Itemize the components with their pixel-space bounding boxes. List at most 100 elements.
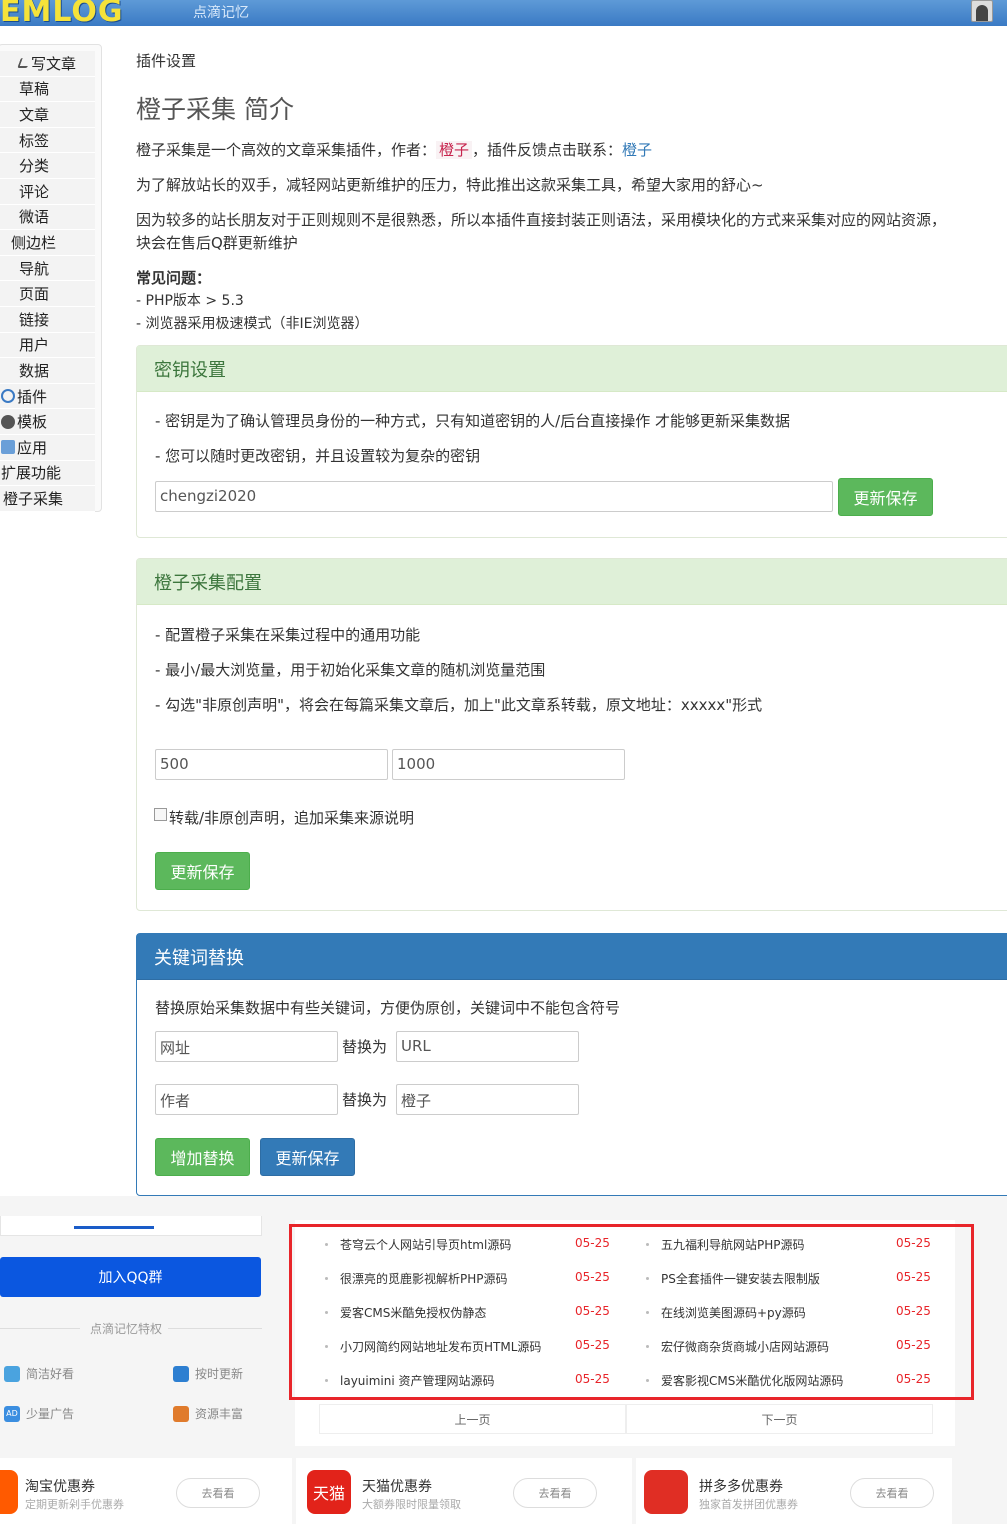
- sidebar-item-plugins[interactable]: 插件: [0, 383, 95, 410]
- sidebar-item-widgets[interactable]: 侧边栏: [0, 230, 95, 256]
- panel-heading: 密钥设置: [137, 346, 1007, 392]
- sidebar-item-data[interactable]: 数据: [0, 358, 95, 384]
- coupon-subtitle: 大额券限时限量领取: [362, 1498, 461, 1511]
- tmall-go-button[interactable]: 去看看: [513, 1478, 597, 1508]
- sidebar-item-label: 扩展功能: [1, 464, 62, 483]
- panel-heading: 关键词替换: [137, 934, 1007, 980]
- replace-to-input[interactable]: URL: [396, 1031, 579, 1062]
- min-views-input[interactable]: 500: [155, 749, 388, 780]
- coupon-title: 天猫优惠券: [362, 1479, 432, 1495]
- sidebar-item-label: 评论: [19, 182, 50, 201]
- sidebar-item-apps[interactable]: 应用: [0, 434, 95, 461]
- sidebar-item-templates[interactable]: 模板: [0, 409, 95, 435]
- sidebar-item-users[interactable]: 用户: [0, 332, 95, 359]
- sidebar-item-write[interactable]: 写文章: [0, 51, 95, 77]
- tmall-icon: 天猫: [307, 1470, 351, 1514]
- sidebar-item-tags[interactable]: 标签: [0, 127, 95, 154]
- sidebar-item-label: 页面: [19, 285, 50, 304]
- sidebar-item-label: 应用: [17, 438, 48, 457]
- panel-text: - 最小/最大浏览量，用于初始化采集文章的随机浏览量范围: [155, 661, 546, 679]
- breadcrumb: 插件设置: [136, 52, 197, 70]
- join-qq-group-button[interactable]: 加入QQ群: [0, 1257, 261, 1297]
- key-settings-panel: 密钥设置 - 密钥是为了确认管理员身份的一种方式，只有知道密钥的人/后台直接操作…: [136, 345, 1007, 538]
- widget-tab-indicator: [74, 1226, 154, 1229]
- pinduoduo-go-button[interactable]: 去看看: [850, 1478, 934, 1508]
- top-bar: EMLOG 点滴记忆: [0, 0, 1007, 29]
- ad-icon: AD: [4, 1405, 20, 1422]
- gear-icon: [1, 414, 15, 429]
- intro-line: 块会在售后Q群更新维护: [136, 234, 298, 252]
- feature-item: 简洁好看: [4, 1365, 74, 1382]
- sidebar-item-label: 橙子采集: [3, 489, 64, 508]
- feature-item: AD 少量广告: [4, 1405, 74, 1422]
- secret-key-input[interactable]: chengzi2020: [155, 481, 833, 512]
- replace-to-input[interactable]: 橙子: [396, 1084, 579, 1115]
- taobao-go-button[interactable]: 去看看: [176, 1478, 260, 1508]
- faq-item: - 浏览器采用极速模式（非IE浏览器）: [136, 316, 369, 332]
- emlog-logo[interactable]: EMLOG: [0, 0, 124, 29]
- coupon-title: 淘宝优惠券: [25, 1479, 95, 1495]
- sidebar-item-label: 插件: [17, 387, 48, 406]
- divider: [168, 1328, 262, 1329]
- replace-from-input[interactable]: 网址: [155, 1031, 338, 1062]
- author-link[interactable]: 橙子: [436, 141, 473, 159]
- feature-item: 按时更新: [173, 1365, 243, 1382]
- document-icon: [173, 1365, 189, 1382]
- sidebar-item-label: 侧边栏: [11, 233, 57, 252]
- intro-text: 橙子采集是一个高效的文章采集插件，作者：: [136, 141, 437, 159]
- save-key-button[interactable]: 更新保存: [838, 478, 933, 516]
- panel-text: 替换原始采集数据中有些关键词，方便伪原创，关键词中不能包含符号: [155, 999, 621, 1017]
- sidebar-item-label: 数据: [19, 361, 50, 380]
- sidebar-item-drafts[interactable]: 草稿: [0, 76, 95, 103]
- panel-text: - 勾选"非原创声明"，将会在每篇采集文章后，加上"此文章系转载，原文地址：xx…: [155, 696, 763, 714]
- coupon-title: 拼多多优惠券: [699, 1479, 783, 1495]
- sidebar-item-label: 写文章: [31, 54, 77, 73]
- sidebar-item-comments[interactable]: 评论: [0, 178, 95, 205]
- save-config-button[interactable]: 更新保存: [155, 852, 250, 890]
- sidebar-item-chengzi[interactable]: 橙子采集: [0, 486, 95, 512]
- save-replace-button[interactable]: 更新保存: [260, 1138, 355, 1176]
- privilege-title: 点滴记忆特权: [88, 1320, 165, 1337]
- heart-icon: [4, 1365, 20, 1382]
- app-store-icon: [1, 440, 15, 455]
- panel-text: - 您可以随时更改密钥，并且设置较为复杂的密钥: [155, 447, 481, 465]
- sidebar-item-extensions[interactable]: 扩展功能: [0, 460, 95, 487]
- repost-checkbox-label[interactable]: 转载/非原创声明，追加采集来源说明: [169, 807, 414, 828]
- collect-config-panel: 橙子采集配置 - 配置橙子采集在采集过程中的通用功能 - 最小/最大浏览量，用于…: [136, 558, 1007, 911]
- panel-text: - 配置橙子采集在采集过程中的通用功能: [155, 626, 421, 644]
- max-views-input[interactable]: 1000: [392, 749, 625, 780]
- sidebar-item-label: 草稿: [19, 80, 50, 99]
- user-avatar-icon[interactable]: [971, 0, 993, 22]
- sidebar-item-label: 微语: [19, 208, 50, 227]
- coupon-subtitle: 独家首发拼团优惠券: [699, 1498, 798, 1511]
- panel-text: - 密钥是为了确认管理员身份的一种方式，只有知道密钥的人/后台直接操作 才能够更…: [155, 412, 791, 430]
- next-page-button[interactable]: 下一页: [626, 1404, 933, 1434]
- keyword-replace-panel: 关键词替换 替换原始采集数据中有些关键词，方便伪原创，关键词中不能包含符号 网址…: [136, 933, 1007, 1196]
- faq-item: - PHP版本 > 5.3: [136, 293, 244, 309]
- replace-from-input[interactable]: 作者: [155, 1084, 338, 1115]
- sidebar-item-categories[interactable]: 分类: [0, 153, 95, 179]
- sidebar-item-navi[interactable]: 导航: [0, 255, 95, 282]
- intro-line: 因为较多的站长朋友对于正则规则不是很熟悉，所以本插件直接封装正则语法，采用模块化…: [136, 211, 947, 229]
- feature-item: 资源丰富: [173, 1405, 243, 1422]
- contact-link[interactable]: 橙子: [622, 141, 652, 159]
- sidebar-item-label: 文章: [19, 105, 50, 124]
- replace-to-label: 替换为: [342, 1038, 388, 1056]
- sidebar-item-label: 链接: [19, 310, 50, 329]
- faq-title: 常见问题：: [136, 269, 212, 287]
- add-replace-button[interactable]: 增加替换: [155, 1138, 250, 1176]
- admin-sidebar: 写文章 草稿 文章 标签 分类 评论 微语 侧边栏 导航 页面 链接 用户 数据…: [0, 44, 102, 512]
- page-title: 橙子采集 简介: [136, 95, 294, 124]
- sidebar-item-twitter[interactable]: 微语: [0, 204, 95, 231]
- site-name[interactable]: 点滴记忆: [193, 2, 249, 22]
- feature-label: 资源丰富: [195, 1407, 244, 1421]
- panel-heading: 橙子采集配置: [137, 559, 1007, 605]
- sidebar-item-posts[interactable]: 文章: [0, 102, 95, 128]
- feature-label: 按时更新: [195, 1367, 244, 1381]
- sidebar-item-links[interactable]: 链接: [0, 306, 95, 333]
- divider: [0, 1328, 80, 1329]
- prev-page-button[interactable]: 上一页: [319, 1404, 626, 1434]
- repost-checkbox[interactable]: [154, 808, 167, 821]
- plugin-icon: [1, 389, 15, 404]
- sidebar-item-pages[interactable]: 页面: [0, 281, 95, 307]
